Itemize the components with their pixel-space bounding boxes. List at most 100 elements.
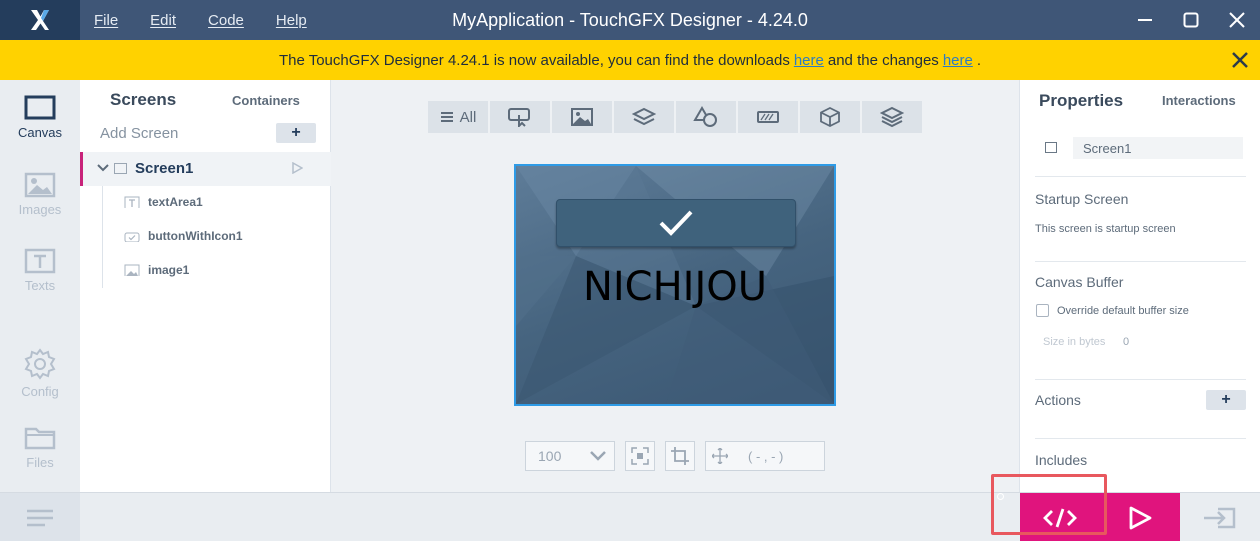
menu-help[interactable]: Help — [276, 12, 307, 29]
zoom-value: 100 — [538, 448, 562, 464]
nav-texts[interactable]: Texts — [0, 248, 80, 293]
text-widget-icon — [124, 196, 140, 208]
crop-button[interactable] — [665, 441, 695, 471]
nav-texts-label: Texts — [24, 278, 56, 293]
run-simulator-button[interactable] — [1100, 493, 1180, 541]
shapes-icon — [693, 106, 717, 127]
widget-toolbar: All — [428, 101, 924, 133]
menu-code[interactable]: Code — [208, 12, 244, 29]
add-action-button[interactable]: + — [1206, 390, 1246, 410]
play-icon — [1129, 506, 1152, 529]
banner-text: The TouchGFX Designer 4.24.1 is now avai… — [278, 51, 790, 69]
title-bar: File Edit Code Help MyApplication - Touc… — [0, 0, 1260, 40]
banner-text-middle: and the changes — [827, 51, 939, 69]
divider — [1035, 261, 1246, 262]
gear-icon — [24, 348, 56, 380]
add-screen-button[interactable]: + — [276, 123, 316, 143]
chevron-down-icon — [590, 451, 606, 461]
tree-item-label: buttonWithIcon1 — [148, 229, 243, 243]
play-screen-icon[interactable] — [291, 162, 303, 174]
fit-screen-button[interactable] — [625, 441, 655, 471]
move-icon — [712, 448, 728, 464]
focus-icon — [631, 447, 649, 465]
highlight-marker — [997, 493, 1004, 500]
tab-properties[interactable]: Properties — [1039, 91, 1123, 111]
nav-canvas-label: Canvas — [17, 125, 63, 140]
size-in-bytes-label: Size in bytes — [1043, 336, 1106, 348]
canvas-buffer-title: Canvas Buffer — [1035, 274, 1124, 290]
nav-images-label: Images — [18, 202, 62, 217]
filter-interaction-button[interactable] — [490, 101, 550, 133]
downloads-link[interactable]: here — [794, 52, 824, 69]
nav-images[interactable]: Images — [0, 172, 80, 217]
bottom-bar — [0, 492, 1260, 541]
filter-shapes-button[interactable] — [676, 101, 736, 133]
button-widget-icon — [124, 232, 140, 242]
run-target-button[interactable] — [1180, 493, 1260, 541]
nav-files[interactable]: Files — [0, 425, 80, 470]
tree-line — [102, 186, 103, 288]
tree-item-image1[interactable]: image1 — [124, 260, 189, 280]
update-banner: The TouchGFX Designer 4.24.1 is now avai… — [0, 40, 1260, 80]
add-screen-label: Add Screen — [100, 125, 179, 142]
filter-image-button[interactable] — [552, 101, 612, 133]
tab-screens[interactable]: Screens — [110, 90, 176, 110]
layers-icon — [632, 107, 656, 126]
canvas-area: All NICHIJOU 100 (- , -) — [331, 80, 1019, 492]
zoom-select[interactable]: 100 — [525, 441, 615, 471]
tab-interactions[interactable]: Interactions — [1162, 93, 1236, 108]
generate-code-button[interactable] — [1020, 493, 1100, 541]
menu-edit[interactable]: Edit — [150, 12, 176, 29]
preview-button-with-icon[interactable] — [556, 199, 796, 247]
screen-name-field[interactable]: Screen1 — [1073, 137, 1243, 159]
filter-stack-button[interactable] — [862, 101, 922, 133]
screen-type-icon — [1045, 142, 1057, 153]
close-banner-icon[interactable] — [1230, 50, 1250, 70]
close-window-button[interactable] — [1214, 0, 1260, 40]
override-buffer-checkbox[interactable] — [1036, 304, 1049, 317]
progress-icon — [757, 111, 779, 123]
stack-icon — [880, 106, 904, 128]
nav-config[interactable]: Config — [0, 348, 80, 399]
text-icon — [24, 248, 56, 274]
changes-link[interactable]: here — [943, 52, 973, 69]
filter-3d-button[interactable] — [800, 101, 860, 133]
filter-all-button[interactable]: All — [428, 101, 488, 133]
filter-progress-button[interactable] — [738, 101, 798, 133]
tree-item-buttonwithicon1[interactable]: buttonWithIcon1 — [124, 226, 243, 246]
actions-title: Actions — [1035, 392, 1081, 408]
screen-item-screen1[interactable]: Screen1 — [80, 152, 331, 186]
filter-layers-button[interactable] — [614, 101, 674, 133]
size-in-bytes-value: 0 — [1123, 336, 1130, 348]
screens-panel: Screens Containers Add Screen + Screen1 … — [80, 80, 331, 492]
menu-lines-icon — [27, 509, 53, 526]
image-icon — [571, 108, 593, 126]
coordinates-text: ( - , - ) — [748, 448, 784, 464]
maximize-button[interactable] — [1168, 0, 1214, 40]
canvas-icon — [24, 95, 56, 120]
tab-containers[interactable]: Containers — [232, 93, 300, 108]
preview-text-area[interactable]: NICHIJOU — [516, 264, 834, 310]
interaction-icon — [508, 108, 530, 127]
image-widget-icon — [124, 264, 140, 276]
menu-file[interactable]: File — [94, 12, 118, 29]
nav-canvas[interactable]: Canvas — [0, 95, 80, 140]
properties-panel: Properties Interactions Screen1 Startup … — [1019, 80, 1260, 492]
includes-title: Includes — [1035, 452, 1088, 468]
menu-bar: File Edit Code Help — [94, 12, 339, 29]
screen-icon — [114, 163, 127, 174]
override-buffer-label: Override default buffer size — [1057, 305, 1189, 317]
cursor-coordinates: ( - , - ) — [705, 441, 825, 471]
app-logo-icon — [0, 0, 80, 40]
banner-text-end: . — [976, 51, 982, 69]
zoom-controls: 100 ( - , - ) — [525, 441, 825, 471]
log-toggle-button[interactable] — [0, 493, 80, 541]
screen-preview[interactable]: NICHIJOU — [514, 164, 836, 406]
crop-icon — [671, 447, 689, 465]
minimize-button[interactable] — [1122, 0, 1168, 40]
startup-screen-title: Startup Screen — [1035, 191, 1129, 207]
tree-item-textarea1[interactable]: textArea1 — [124, 192, 203, 212]
divider — [1035, 379, 1246, 380]
chevron-down-icon[interactable] — [97, 163, 109, 173]
checkmark-icon — [659, 210, 693, 236]
